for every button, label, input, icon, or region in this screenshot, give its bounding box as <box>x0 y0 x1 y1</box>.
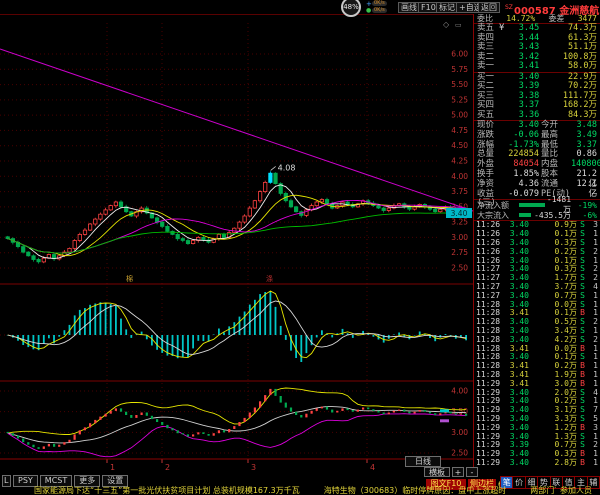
money-flow: 净流入额-1481万-19%大宗流入-435.5万-6% <box>474 199 600 220</box>
quote-info-grid: 现价3.40今开3.48涨跌-0.06最高3.49涨幅-1.73%最低3.37总… <box>474 120 600 199</box>
news-ticker[interactable]: 国家能源局下达“十三五”第一批光伏扶贫项目计划 总装机规模167.3万千瓦 海特… <box>0 486 556 495</box>
svg-text:1: 1 <box>110 463 115 472</box>
svg-text:2: 2 <box>165 463 170 472</box>
tick-list[interactable]: 11:263.400.9万S311:263.400.1万S111:263.400… <box>474 220 600 466</box>
kline-chart-svg[interactable]: 1 2 3 4 6.00 5.75 5.50 5.25 5.00 4.75 4.50 4.25 4.00… <box>0 15 473 474</box>
svg-text:3.25: 3.25 <box>451 218 468 227</box>
svg-text:2.75: 2.75 <box>451 248 468 257</box>
svg-text:3: 3 <box>251 463 256 472</box>
bid-levels[interactable]: 买一3.4022.9万买二3.3970.2万买三3.38111.7万买四3.37… <box>474 72 600 121</box>
svg-text:3.75: 3.75 <box>451 187 468 196</box>
network-speed: + 0K/s ● 0K/s <box>366 0 400 14</box>
svg-text:4.00: 4.00 <box>451 172 468 181</box>
svg-text:2.50: 2.50 <box>451 448 468 457</box>
weibi-label: 委比 <box>477 14 493 23</box>
svg-text:2.50: 2.50 <box>451 263 468 272</box>
stock-title: 000587 金洲慈航 <box>514 2 599 17</box>
kline-chart[interactable]: 1 2 3 4 6.00 5.75 5.50 5.25 5.00 4.75 4.50 4.25 4.00… <box>0 14 473 473</box>
zoom-out-button[interactable]: - <box>466 467 478 477</box>
svg-text:6.00: 6.00 <box>451 50 468 59</box>
svg-text:5.50: 5.50 <box>451 80 468 89</box>
net-up-speed: 0K/s <box>372 1 387 6</box>
bid-row: 买五3.3684.3万 <box>474 111 600 121</box>
news-ticker-right: 参加人员 <box>560 486 592 495</box>
top-toolbar: 48% + 0K/s ● 0K/s 画线F10标记+自选返回 SZ 000587… <box>0 0 600 14</box>
svg-text:▭: ▭ <box>455 21 462 29</box>
quote-panel: 委比 14.72% 委差 3477 卖五 ¥3.4574.3万卖四3.4461.… <box>473 14 600 473</box>
svg-text:4.08: 4.08 <box>278 163 296 172</box>
ask-row: 卖一3.4158.0万 <box>474 62 600 72</box>
back-button[interactable]: 返回 <box>478 2 500 13</box>
svg-text:3.00: 3.00 <box>451 233 468 242</box>
svg-text:5.00: 5.00 <box>451 111 468 120</box>
ask-levels[interactable]: 卖五 ¥3.4574.3万卖四3.4461.3万卖三3.4351.1万卖二3.4… <box>474 24 600 72</box>
tick-row: 11:293.402.8万B1 <box>474 459 600 466</box>
svg-text:3.40: 3.40 <box>451 209 468 218</box>
period-selector[interactable]: 日线 <box>405 456 441 467</box>
trading-app: 48% + 0K/s ● 0K/s 画线F10标记+自选返回 SZ 000587… <box>0 0 600 495</box>
zoom-in-button[interactable]: + <box>452 467 464 477</box>
svg-text:◇: ◇ <box>443 20 450 29</box>
svg-text:4.50: 4.50 <box>451 141 468 150</box>
svg-text:5.25: 5.25 <box>451 95 468 104</box>
svg-text:4.00: 4.00 <box>451 387 468 396</box>
mark-button[interactable]: 标记 <box>436 2 458 13</box>
svg-text:4: 4 <box>370 463 375 472</box>
svg-text:4.25: 4.25 <box>451 156 468 165</box>
quote-info-row: 收益(三)-0.079PE(动)— <box>474 190 600 200</box>
market-badge: SZ <box>505 4 513 11</box>
news-ticker-text: 国家能源局下达“十三五”第一批光伏扶贫项目计划 总装机规模167.3万千瓦 海特… <box>0 486 556 495</box>
svg-text:涤: 涤 <box>266 274 273 283</box>
svg-text:3.00: 3.00 <box>451 428 468 437</box>
layout-button[interactable]: 横板 <box>424 467 450 477</box>
svg-text:5.75: 5.75 <box>451 65 468 74</box>
svg-text:4.75: 4.75 <box>451 126 468 135</box>
money-flow-row: 大宗流入-435.5万-6% <box>474 210 600 220</box>
svg-text:棉: 棉 <box>126 274 133 283</box>
draw-line-button[interactable]: 画线 <box>398 2 420 13</box>
net-down-speed: 0K/s <box>372 8 387 13</box>
